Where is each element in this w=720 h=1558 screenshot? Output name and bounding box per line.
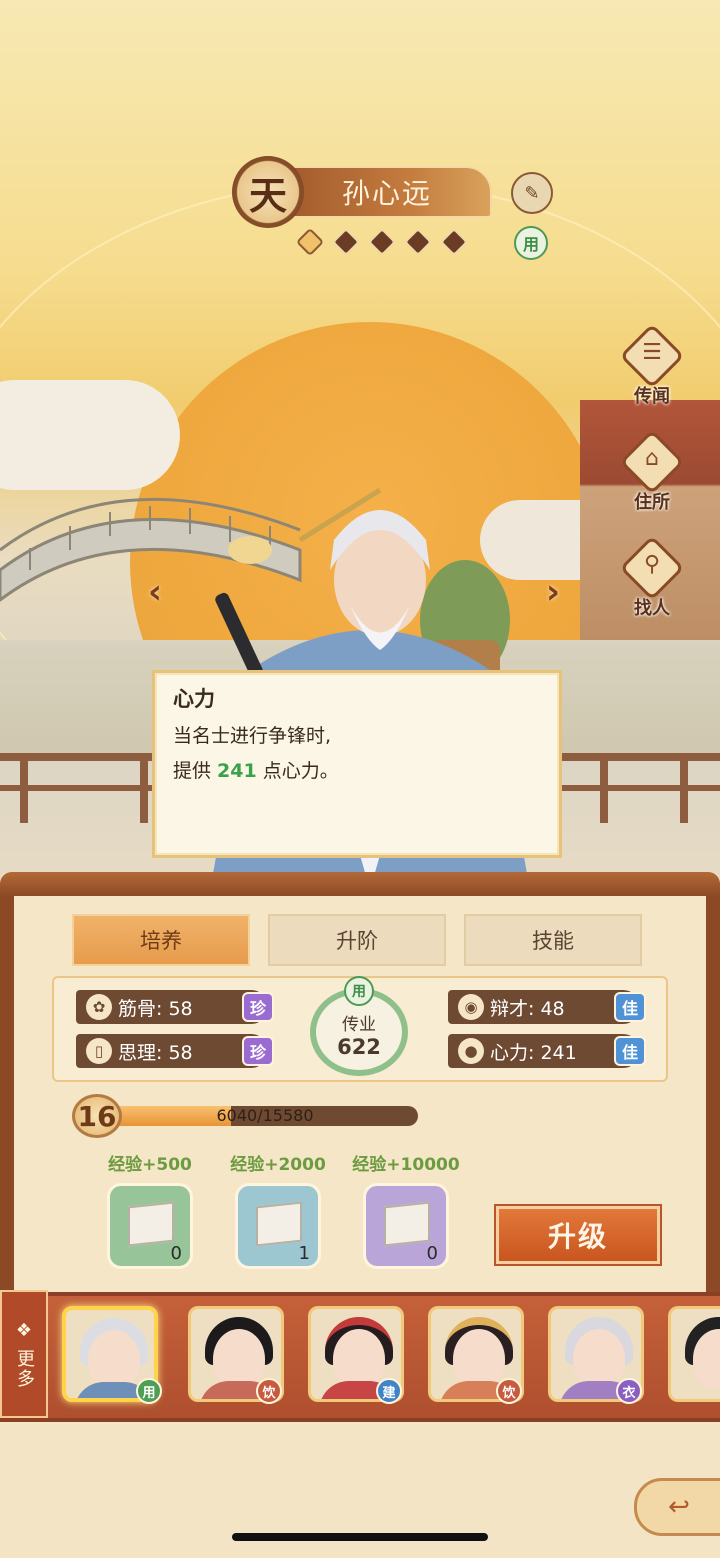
diamond-grid-icon: ❖	[15, 1319, 33, 1341]
pen-icon: ✎	[524, 182, 540, 204]
cloud	[0, 380, 180, 490]
book-icon: 1	[235, 1183, 321, 1269]
book-label: 经验+500	[108, 1155, 192, 1175]
side-button-rumors[interactable]: ☰ 传闻	[612, 323, 692, 418]
stat-label: 思理: 58	[118, 1041, 193, 1064]
next-arrow-icon[interactable]: ›	[546, 572, 560, 612]
stat-label: 辩才: 48	[490, 997, 565, 1020]
house-icon: ⌂	[645, 446, 659, 471]
home-indicator	[232, 1533, 488, 1541]
book-count: 0	[170, 1243, 182, 1264]
exp-text: 6040/15580	[216, 1106, 314, 1125]
star-rating	[294, 226, 470, 258]
star-icon	[366, 226, 398, 258]
roster-tag: 衣	[616, 1378, 642, 1404]
stat-tooltip: 心力 当名士进行争锋时, 提供 241 点心力。	[152, 670, 562, 858]
panel-top-bar	[0, 872, 720, 898]
character-name-plate: 孙心远	[282, 166, 492, 218]
heart-icon: ●	[458, 1038, 484, 1064]
book-count: 1	[298, 1243, 310, 1264]
magnifier-person-icon: ⚲	[643, 552, 661, 577]
tooltip-value: 241	[217, 760, 257, 782]
portrait-face	[88, 1330, 140, 1390]
tooltip-line: 提供 241 点心力。	[173, 756, 541, 783]
stat-label: 心力: 241	[490, 1041, 577, 1064]
exp-book-large[interactable]: 经验+10000 0	[342, 1150, 470, 1269]
star-icon	[294, 226, 326, 258]
stat-jingu[interactable]: ✿ 筋骨: 58	[76, 990, 268, 1024]
roster-portrait[interactable]	[668, 1306, 720, 1402]
portrait-face	[453, 1329, 505, 1389]
exp-book-small[interactable]: 经验+500 0	[86, 1150, 214, 1269]
back-arrow-icon: ↩	[668, 1492, 690, 1522]
grade-badge: 佳	[614, 1036, 646, 1066]
back-button[interactable]: ↩	[634, 1478, 720, 1536]
side-button-label: 传闻	[634, 386, 670, 407]
upgrade-button[interactable]: 升级	[494, 1204, 662, 1266]
roster-tag: 饮	[496, 1378, 522, 1404]
book-icon: 0	[107, 1183, 193, 1269]
portrait-face	[213, 1329, 265, 1389]
tooltip-text: 点心力。	[256, 760, 339, 782]
grade-badge: 珍	[242, 992, 274, 1022]
tooltip-line: 当名士进行争锋时,	[173, 725, 332, 747]
roster-tag: 用	[136, 1378, 162, 1404]
grade-badge: 珍	[242, 1036, 274, 1066]
roster-tag: 饮	[256, 1378, 282, 1404]
chuanye-emblem[interactable]: 用 传业 622	[306, 976, 412, 1078]
portrait-face	[333, 1329, 385, 1389]
scroll-icon: ☰	[642, 340, 662, 365]
side-button-label: 找人	[634, 598, 670, 619]
book-label: 经验+2000	[230, 1155, 326, 1175]
level-badge: 16	[72, 1094, 122, 1138]
bone-icon: ✿	[86, 994, 112, 1020]
previous-arrow-icon[interactable]: ‹	[148, 572, 162, 612]
panel-tabs: 培养 升阶 技能	[72, 914, 642, 966]
eye-icon: ◉	[458, 994, 484, 1020]
more-button[interactable]: ❖ 更多	[0, 1290, 48, 1418]
use-badge: 用	[344, 976, 374, 1006]
book-count: 0	[426, 1243, 438, 1264]
star-icon	[402, 226, 434, 258]
tab-train[interactable]: 培养	[72, 914, 250, 966]
emblem-text: 传业 622	[306, 1010, 412, 1059]
book-icon: ▯	[86, 1038, 112, 1064]
tooltip-title: 心力	[173, 687, 215, 711]
use-badge: 用	[514, 226, 548, 260]
star-icon	[330, 226, 362, 258]
side-button-find-person[interactable]: ⚲ 找人	[612, 535, 692, 630]
chuanye-label: 传业	[342, 1015, 376, 1035]
stat-label: 筋骨: 58	[118, 997, 193, 1020]
grade-badge: 佳	[614, 992, 646, 1022]
book-icon: 0	[363, 1183, 449, 1269]
side-button-label: 住所	[634, 492, 670, 513]
side-button-residence[interactable]: ⌂ 住所	[612, 429, 692, 524]
chuanye-value: 622	[337, 1035, 381, 1059]
stat-xinli[interactable]: ● 心力: 241	[448, 1034, 640, 1068]
tooltip-text: 提供	[173, 760, 218, 782]
book-label: 经验+10000	[352, 1155, 460, 1175]
stat-biancai[interactable]: ◉ 辩才: 48	[448, 990, 640, 1024]
roster-tag: 建	[376, 1378, 402, 1404]
star-icon	[438, 226, 470, 258]
tab-advance[interactable]: 升阶	[268, 914, 446, 966]
exp-book-medium[interactable]: 经验+2000 1	[214, 1150, 342, 1269]
rename-button[interactable]: ✎	[511, 172, 553, 214]
tab-skills[interactable]: 技能	[464, 914, 642, 966]
character-name: 孙心远	[341, 177, 432, 210]
stat-sili[interactable]: ▯ 思理: 58	[76, 1034, 268, 1068]
more-label: 更多	[14, 1348, 35, 1389]
rank-badge: 天	[232, 156, 304, 228]
portrait-face	[573, 1329, 625, 1389]
